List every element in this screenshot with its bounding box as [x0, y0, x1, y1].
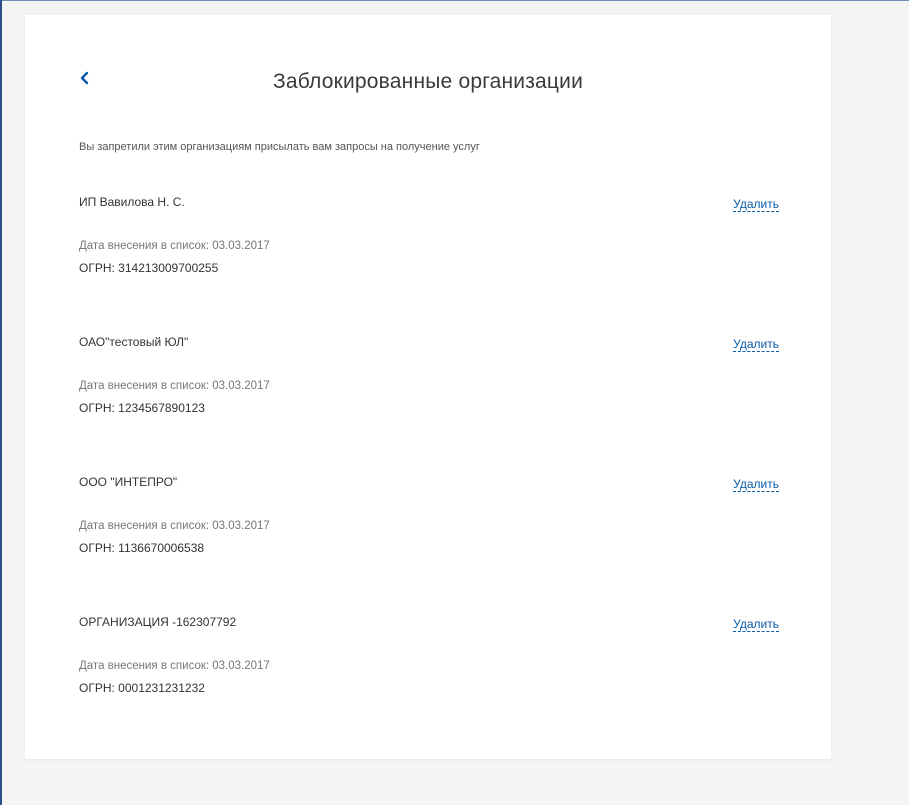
organization-name: ИП Вавилова Н. С.: [79, 195, 185, 209]
organization-ogrn: ОГРН: 314213009700255: [79, 261, 219, 275]
delete-link[interactable]: Удалить: [733, 197, 779, 212]
organization-item: ОАО"тестовый ЮЛ" Удалить Дата внесения в…: [79, 335, 779, 445]
page-subtitle: Вы запретили этим организациям присылать…: [79, 141, 480, 153]
organization-item: ОРГАНИЗАЦИЯ -162307792 Удалить Дата внес…: [79, 615, 779, 725]
organization-item: ИП Вавилова Н. С. Удалить Дата внесения …: [79, 195, 779, 305]
organization-ogrn: ОГРН: 0001231231232: [79, 681, 205, 695]
blocked-organizations-card: Заблокированные организации Вы запретили…: [25, 15, 831, 759]
organization-ogrn: ОГРН: 1234567890123: [79, 401, 205, 415]
organization-item: ООО "ИНТЕПРО" Удалить Дата внесения в сп…: [79, 475, 779, 585]
organization-date: Дата внесения в список: 03.03.2017: [79, 520, 270, 532]
delete-link[interactable]: Удалить: [733, 617, 779, 632]
organization-name: ОАО"тестовый ЮЛ": [79, 335, 189, 349]
organization-ogrn: ОГРН: 1136670006538: [79, 541, 205, 555]
organization-name: ООО "ИНТЕПРО": [79, 475, 178, 489]
organization-date: Дата внесения в список: 03.03.2017: [79, 660, 270, 672]
window-left-border: [0, 0, 2, 805]
organization-name: ОРГАНИЗАЦИЯ -162307792: [79, 615, 237, 629]
organization-date: Дата внесения в список: 03.03.2017: [79, 380, 270, 392]
window-top-border: [0, 0, 909, 1]
delete-link[interactable]: Удалить: [733, 337, 779, 352]
organization-date: Дата внесения в список: 03.03.2017: [79, 240, 270, 252]
page-title: Заблокированные организации: [272, 70, 584, 93]
delete-link[interactable]: Удалить: [733, 477, 779, 492]
